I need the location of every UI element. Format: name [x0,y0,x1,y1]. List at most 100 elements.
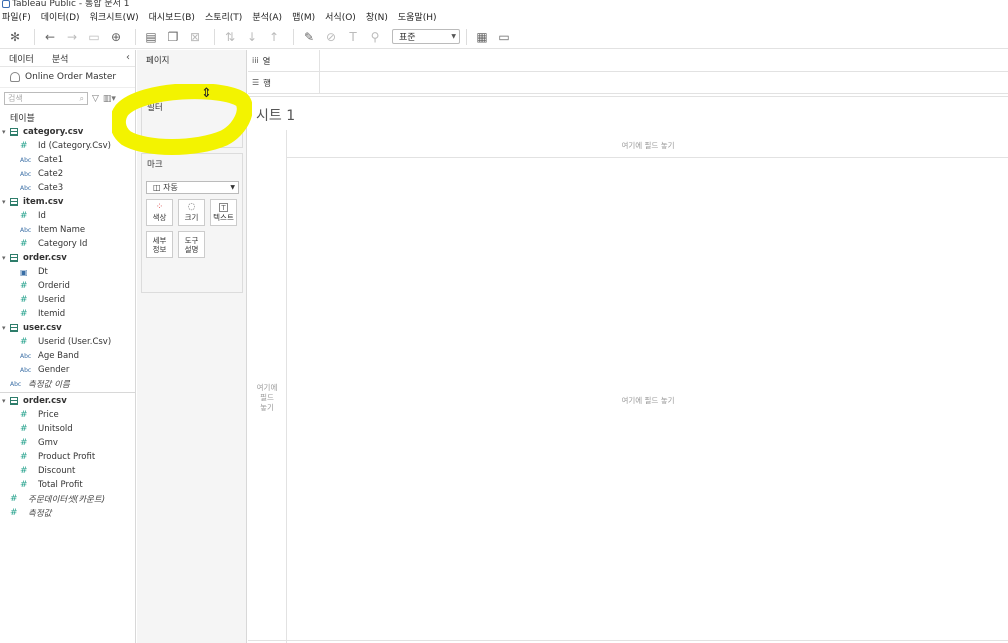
tooltip-button[interactable]: 도구 설명 [178,231,205,258]
pages-card[interactable]: 페이지 [141,50,243,85]
clear-sheet-icon[interactable]: ⊠ [186,28,204,46]
field-item[interactable]: Abc Cate1 [0,153,135,167]
search-input[interactable]: 검색 ⌕ [4,92,88,105]
field-name: Age Band [38,351,79,361]
chevron-down-icon: ▾ [2,254,6,262]
color-icon: ⁘ [155,202,164,212]
table-row[interactable]: ▾ order.csv [0,251,135,265]
new-datasource-icon[interactable]: ⊕ [107,28,125,46]
menu-item[interactable]: 스토리(T) [205,10,242,23]
field-item[interactable]: # Price [0,408,135,422]
menu-item[interactable]: 창(N) [366,10,388,23]
number-type-icon: # [10,494,18,504]
field-item[interactable]: # Product Profit [0,450,135,464]
detail-button[interactable]: 세부 정보 [146,231,173,258]
menu-item[interactable]: 서식(O) [325,10,356,23]
redo-icon[interactable]: → [63,28,81,46]
table-row[interactable]: ▾ order.csv [0,394,135,408]
color-button[interactable]: ⁘ 색상 [146,199,173,226]
pin-icon[interactable]: ⚲ [366,28,384,46]
save-icon[interactable]: ▭ [85,28,103,46]
field-item[interactable]: # Userid (User.Csv) [0,335,135,349]
sort-desc-icon[interactable]: ↑ [265,28,283,46]
field-item[interactable]: # Discount [0,464,135,478]
fit-select-value: 표준 [399,33,416,43]
drop-field-top[interactable]: 여기에 필드 놓기 [288,140,1008,151]
menu-item[interactable]: 분석(A) [252,10,282,23]
sheet-title[interactable]: 시트 1 [256,105,295,125]
toolbar: ✻ ← → ▭ ⊕ ▤ ❐ ⊠ ⇅ ↓ ↑ ✎ ⊘ T ⚲ 표준 ▼ ▦ ▭ [0,25,1008,49]
text-button[interactable]: T 텍스트 [210,199,237,226]
rows-shelf[interactable]: ☰ 행 [248,71,1008,94]
field-item[interactable]: # Category Id [0,237,135,251]
fit-select[interactable]: 표준 ▼ [392,29,460,44]
mark-type-label: 자동 [163,183,178,192]
group-icon[interactable]: ⊘ [322,28,340,46]
filter-icon[interactable]: ▽ [92,94,99,104]
field-item[interactable]: # Itemid [0,307,135,321]
field-item[interactable]: # Gmv [0,436,135,450]
mark-type-select[interactable]: ◫ 자동 ▼ [146,181,239,194]
tooltip-label-1: 도구 [184,235,199,245]
menu-item[interactable]: 도움말(H) [398,10,437,23]
field-item[interactable]: Abc Cate2 [0,167,135,181]
field-name: Dt [38,267,48,277]
field-item[interactable]: Abc Age Band [0,349,135,363]
duplicate-sheet-icon[interactable]: ❐ [164,28,182,46]
table-row[interactable]: ▾ category.csv [0,125,135,139]
field-item[interactable]: Abc 측정값 이름 [0,377,135,391]
drop-field-center[interactable]: 여기에 필드 놓기 [288,395,1008,406]
field-item[interactable]: # Id (Category.Csv) [0,139,135,153]
menu-item[interactable]: 파일(F) [2,10,31,23]
field-item[interactable]: # Id [0,209,135,223]
table-row[interactable]: ▾ item.csv [0,195,135,209]
field-item[interactable]: Abc Cate3 [0,181,135,195]
new-worksheet-icon[interactable]: ▤ [142,28,160,46]
undo-icon[interactable]: ← [41,28,59,46]
field-item[interactable]: # 측정값 [0,506,135,520]
field-item[interactable]: # Userid [0,293,135,307]
drop-field-left[interactable]: 여기에 필드 놓기 [250,383,284,413]
swap-icon[interactable]: ⇅ [221,28,239,46]
field-name: Cate1 [38,155,64,165]
field-name: 측정값 이름 [28,380,70,390]
field-item[interactable]: Abc Gender [0,363,135,377]
menu-item[interactable]: 대시보드(B) [149,10,195,23]
resize-cursor-icon: ⇕ [201,86,212,101]
datasource[interactable]: Online Order Master [0,67,135,87]
filters-card[interactable]: 필터 [141,96,243,148]
show-cards-icon[interactable]: ▦ [473,28,491,46]
presentation-icon[interactable]: ▭ [495,28,513,46]
menu-item[interactable]: 맵(M) [292,10,315,23]
field-item[interactable]: ▣ Dt [0,265,135,279]
highlight-icon[interactable]: ✎ [300,28,318,46]
field-name: Cate2 [38,169,64,179]
table-row[interactable]: ▾ user.csv [0,321,135,335]
field-item[interactable]: # Unitsold [0,422,135,436]
tab-data[interactable]: 데이터 [0,52,43,65]
tableau-icon[interactable]: ✻ [6,28,24,46]
field-name: Userid [38,295,66,305]
field-name: Category Id [38,239,88,249]
marks-card: 마크 ◫ 자동 ▼ ⁘ 색상 ◌ 크기 T 텍스트 세부 정보 도구 설명 [141,153,243,293]
table-icon [10,198,18,206]
tab-analytics[interactable]: 분석 [43,52,78,65]
view-options-icon[interactable]: ▥▾ [103,94,116,104]
chevron-down-icon: ▾ [2,128,6,136]
field-name: Id [38,211,46,221]
drop-left-line1: 여기에 [256,383,278,392]
field-item[interactable]: # Total Profit [0,478,135,492]
field-item[interactable]: Abc Item Name [0,223,135,237]
columns-shelf[interactable]: iii 열 [248,49,1008,72]
size-button[interactable]: ◌ 크기 [178,199,205,226]
label-icon[interactable]: T [344,28,362,46]
collapse-icon[interactable]: ‹ [126,52,130,63]
sort-asc-icon[interactable]: ↓ [243,28,261,46]
menu-item[interactable]: 워크시트(W) [90,10,139,23]
number-type-icon: # [20,337,28,347]
field-item[interactable]: # 주문데이터셋(카운트) [0,492,135,506]
field-list: ▾ category.csv # Id (Category.Csv) Abc Cate1 A… [0,125,135,520]
pages-card-title: 페이지 [146,56,170,66]
menu-item[interactable]: 데이터(D) [41,10,80,23]
field-item[interactable]: # Orderid [0,279,135,293]
